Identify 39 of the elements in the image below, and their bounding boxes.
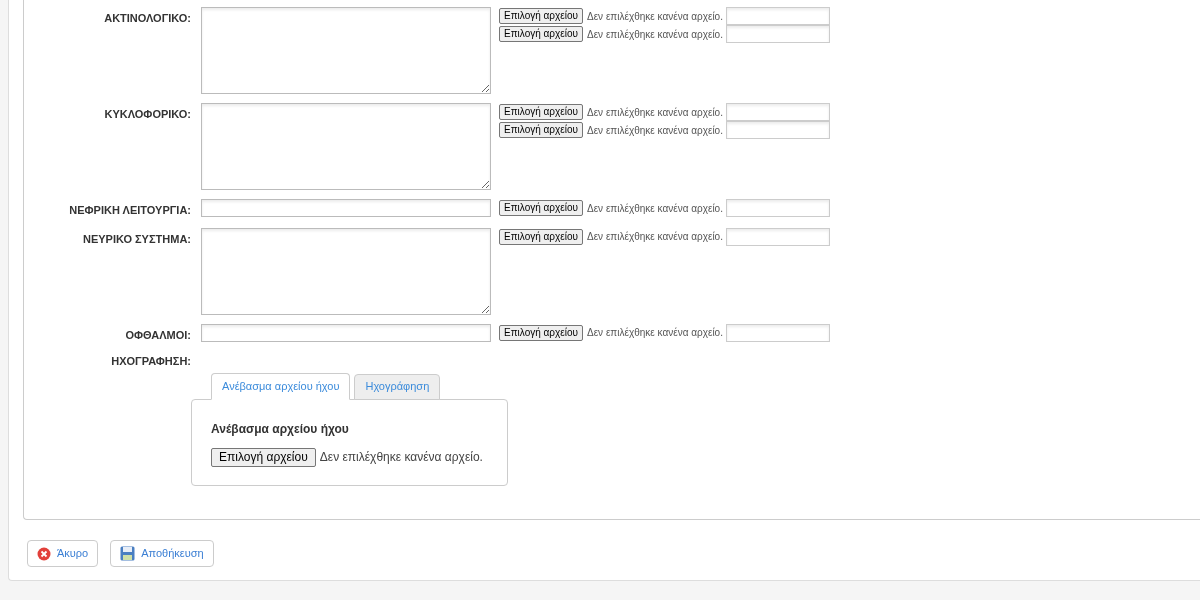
text-area[interactable] [201, 227, 491, 315]
file-status: Δεν επιλέχθηκε κανένα αρχείο. [587, 105, 723, 120]
input-field[interactable] [201, 323, 491, 342]
field-label: ΝΕΦΡΙΚΗ ΛΕΙΤΟΥΡΓΙΑ: [68, 203, 191, 218]
choose-file-button[interactable]: Επιλογή αρχείου [499, 104, 583, 120]
tab[interactable]: Ανέβασμα αρχείου ήχου [211, 372, 351, 400]
choose-file-button[interactable]: Επιλογή αρχείου [499, 324, 583, 341]
text-area[interactable] [201, 7, 491, 94]
file-status: Δεν επιλέχθηκε κανένα αρχείο. [587, 201, 723, 216]
input-field[interactable] [725, 227, 830, 246]
field-label: ΑΚΤΙΝΟΛΟΓΙΚΟ: [103, 11, 191, 26]
panel-title: Ανέβασμα αρχείου ήχου [211, 420, 350, 438]
file-status: Δεν επιλέχθηκε κανένα αρχείο. [319, 449, 483, 466]
file-status: Δεν επιλέχθηκε κανένα αρχείο. [587, 123, 723, 138]
close-icon [37, 546, 51, 561]
input-field[interactable] [725, 25, 830, 43]
choose-file-button[interactable]: Επιλογή αρχείου [499, 8, 583, 24]
input-field[interactable] [725, 103, 830, 121]
text-area[interactable] [201, 103, 491, 190]
field-label: ΝΕΥΡΙΚΟ ΣΥΣΤΗΜΑ: [81, 231, 191, 247]
field-label: ΗΧΟΓΡΑΦΗΣΗ: [110, 354, 191, 369]
choose-file-button[interactable]: Επιλογή αρχείου [499, 26, 583, 42]
file-status: Δεν επιλέχθηκε κανένα αρχείο. [587, 9, 723, 24]
input-field[interactable] [725, 7, 830, 25]
field-label: ΚΥΚΛΟΦΟΡΙΚΟ: [103, 107, 191, 122]
choose-file-button[interactable]: Επιλογή αρχείου [499, 122, 583, 138]
choose-file-button[interactable]: Επιλογή αρχείου [499, 200, 583, 216]
input-field[interactable] [725, 121, 830, 139]
choose-file-button[interactable]: Επιλογή αρχείου [499, 228, 583, 245]
input-field[interactable] [725, 323, 830, 342]
file-status: Δεν επιλέχθηκε κανένα αρχείο. [587, 230, 723, 244]
file-status: Δεν επιλέχθηκε κανένα αρχείο. [587, 326, 723, 340]
field-label: ΟΦΘΑΛΜΟΙ: [124, 327, 191, 343]
input-field[interactable] [201, 199, 491, 217]
cancel-button[interactable]: Άκυρο [27, 540, 99, 567]
choose-file-button[interactable]: Επιλογή αρχείου [211, 447, 316, 467]
save-button[interactable]: Αποθήκευση [110, 540, 214, 567]
input-field[interactable] [725, 199, 830, 217]
file-status: Δεν επιλέχθηκε κανένα αρχείο. [587, 27, 723, 42]
